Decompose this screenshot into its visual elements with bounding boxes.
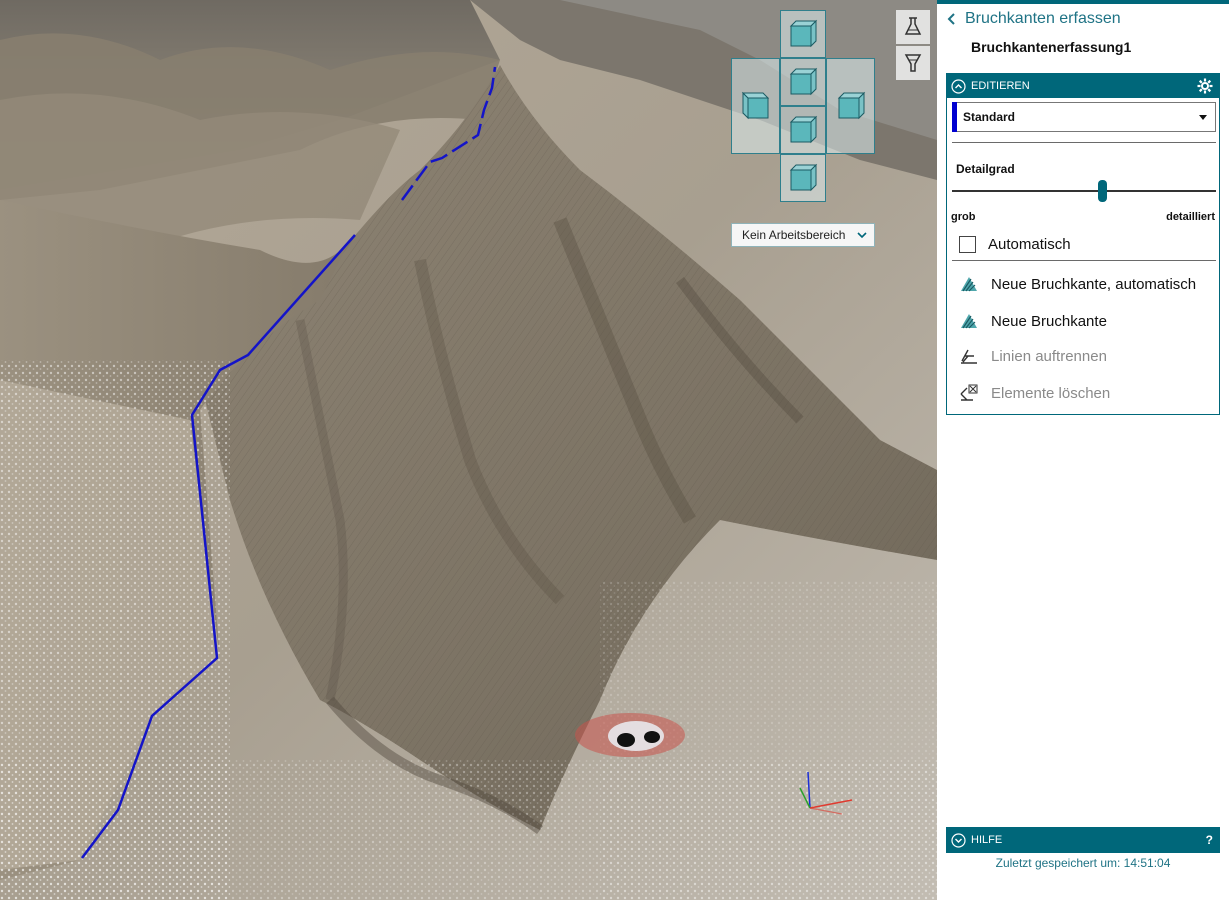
action-label: Elemente löschen [991,384,1111,402]
document-name: Bruchkantenerfassung1 [971,39,1132,55]
edge-icon [961,314,977,329]
right-panel: Bruchkanten erfassen Bruchkantenerfassun… [937,4,1229,900]
split-lines-button[interactable]: Linien auftrennen [959,347,1107,365]
viewcube-left[interactable] [731,58,780,154]
edit-section-header[interactable]: EDITIEREN [947,74,1219,98]
detail-level-slider-thumb[interactable] [1098,180,1108,202]
help-icon[interactable]: ? [1206,833,1213,847]
work-area-dropdown[interactable]: Kein Arbeitsbereich [731,223,875,247]
mode-value: Standard [963,110,1016,124]
survey-marker [575,713,685,757]
caret-down-icon [1199,115,1207,120]
help-section: HILFE ? [946,827,1220,853]
action-label: Neue Bruchkante, automatisch [991,275,1197,293]
chevron-down-icon [857,232,867,239]
automatic-checkbox[interactable]: Automatisch [959,236,1071,253]
clip-bottom-button[interactable] [896,46,930,80]
delete-elements-icon [960,384,978,401]
back-button[interactable]: Bruchkanten erfassen [946,10,1121,28]
detail-level-slider[interactable] [952,190,1216,192]
detail-min-label: grob [951,211,976,223]
clip-top-button[interactable] [896,10,930,44]
divider [952,260,1216,261]
checkbox-box[interactable] [959,236,976,253]
viewcube-right[interactable] [826,58,875,154]
automatic-label: Automatisch [988,236,1071,253]
new-breakline-auto-button[interactable]: Neue Bruchkante, automatisch [959,275,1196,293]
viewcube-front[interactable] [780,58,826,106]
clip-top-icon [904,17,922,35]
divider [952,142,1216,143]
delete-elements-button[interactable]: Elemente löschen [959,384,1110,402]
help-section-header[interactable]: HILFE ? [947,828,1219,852]
chevron-left-icon [947,13,955,25]
3d-viewport[interactable]: Kein Arbeitsbereich [0,0,937,900]
mode-dropdown[interactable]: Standard [952,102,1216,132]
work-area-value: Kein Arbeitsbereich [742,228,846,242]
auto-edge-icon [961,277,977,292]
detail-max-label: detailliert [1166,211,1215,223]
save-status: Zuletzt gespeichert um: 14:51:04 [995,856,1171,870]
expand-down-icon [951,832,966,848]
panel-title: Bruchkanten erfassen [965,10,1121,27]
new-breakline-button[interactable]: Neue Bruchkante [959,312,1107,330]
mode-color-bar [952,102,957,132]
edit-section-title: EDITIEREN [971,80,1030,92]
action-label: Linien auftrennen [991,347,1107,365]
clip-bottom-icon [904,54,922,72]
help-section-title: HILFE [971,834,1003,846]
axis-triad-icon [799,771,853,815]
edit-section: EDITIEREN Standard Detailgrad grob detai… [946,73,1220,415]
viewcube-top[interactable] [780,10,826,58]
gear-icon[interactable] [1197,78,1213,94]
action-label: Neue Bruchkante [991,312,1107,330]
split-lines-icon [961,349,977,364]
detail-level-label: Detailgrad [956,162,1015,176]
viewcube-bottom[interactable] [780,154,826,202]
collapse-up-icon [951,78,966,94]
viewcube-back[interactable] [780,106,826,154]
